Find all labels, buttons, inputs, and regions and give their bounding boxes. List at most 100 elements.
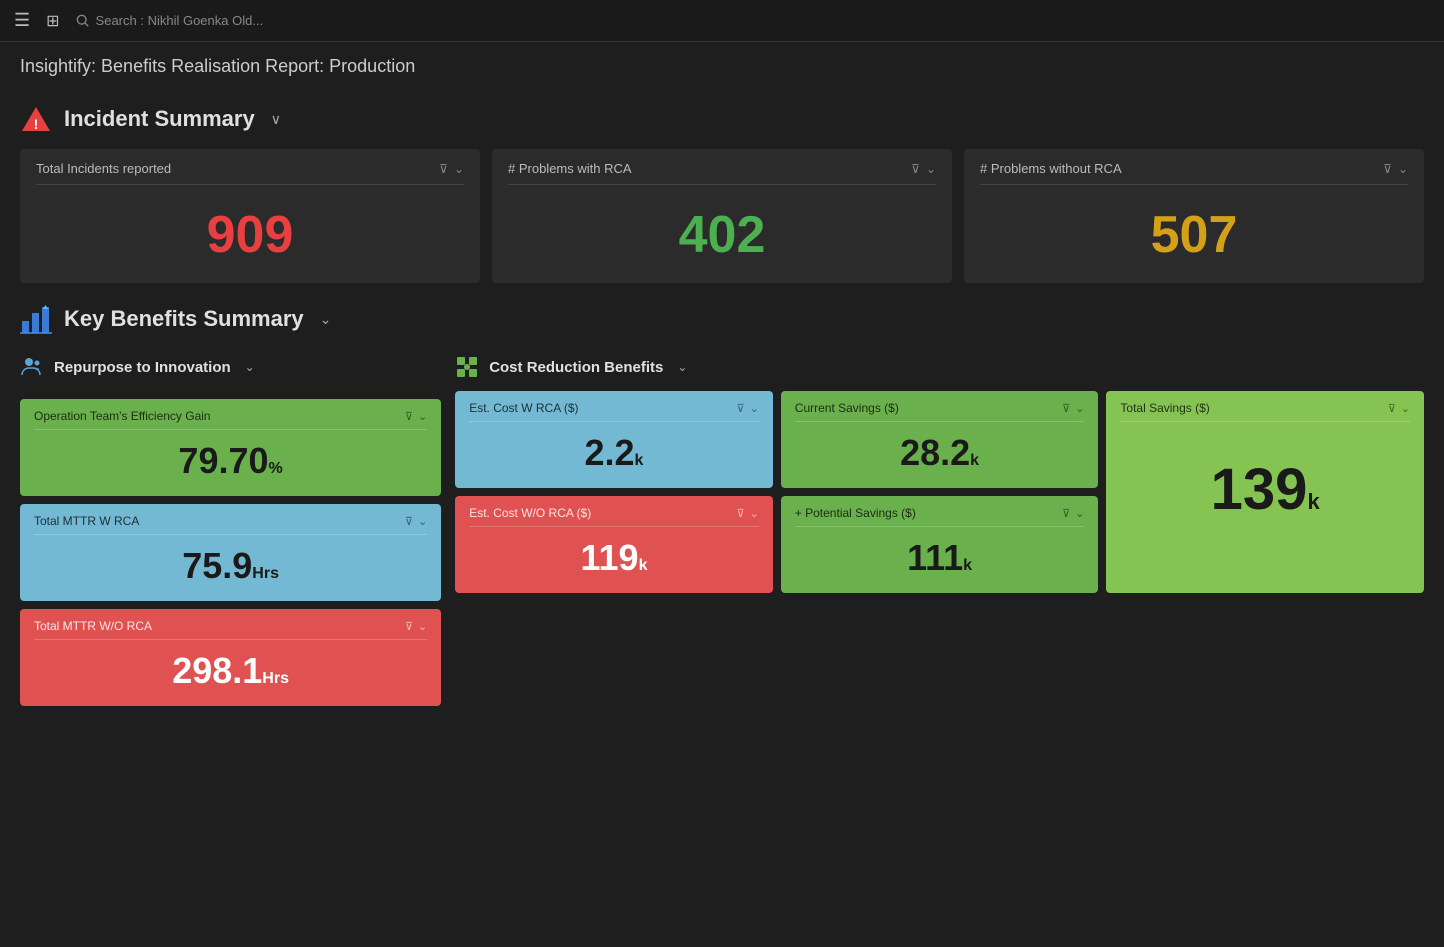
tile-header: + Potential Savings ($) ⊽ ⌄ [795, 506, 1085, 527]
svg-text:!: ! [34, 116, 39, 132]
filter-icon[interactable]: ⊽ [911, 162, 920, 176]
search-icon [76, 14, 90, 28]
tile-controls: ⊽ ⌄ [737, 507, 759, 520]
tile-controls: ⊽ ⌄ [1062, 402, 1084, 415]
potential-savings-tile: + Potential Savings ($) ⊽ ⌄ 111k [781, 496, 1099, 593]
total-savings-tile: Total Savings ($) ⊽ ⌄ 139k [1106, 391, 1424, 593]
filter-icon[interactable]: ⊽ [1062, 507, 1070, 520]
tile-unit: k [1307, 489, 1319, 514]
total-mttr-no-rca-tile: Total MTTR W/O RCA ⊽ ⌄ 298.1Hrs [20, 609, 441, 706]
chevron-icon[interactable]: ⌄ [1398, 162, 1408, 176]
filter-icon[interactable]: ⊽ [405, 515, 413, 528]
grid-icon[interactable]: ⊞ [46, 11, 59, 31]
metric-value: 507 [980, 195, 1408, 265]
puzzle-icon [455, 355, 479, 379]
chevron-icon[interactable]: ⌄ [418, 515, 427, 528]
key-benefits-collapse[interactable]: ⌄ [320, 311, 332, 328]
card-title: Total Incidents reported [36, 161, 171, 176]
filter-icon[interactable]: ⊽ [405, 620, 413, 633]
chevron-icon[interactable]: ⌄ [1075, 507, 1084, 520]
card-controls: ⊽ ⌄ [439, 162, 464, 176]
tile-title: + Potential Savings ($) [795, 506, 916, 520]
tile-header: Total MTTR W/O RCA ⊽ ⌄ [34, 619, 427, 640]
chevron-icon[interactable]: ⌄ [750, 402, 759, 415]
problems-without-rca-card: # Problems without RCA ⊽ ⌄ 507 [964, 149, 1424, 283]
tile-unit: Hrs [252, 565, 279, 582]
tile-value: 119k [469, 531, 759, 579]
card-header: # Problems with RCA ⊽ ⌄ [508, 161, 936, 185]
incident-summary-title: Incident Summary [64, 106, 255, 132]
tile-value: 139k [1120, 426, 1410, 523]
topbar: ☰ ⊞ Search : Nikhil Goenka Old... [0, 0, 1444, 42]
total-mttr-rca-tile: Total MTTR W RCA ⊽ ⌄ 75.9Hrs [20, 504, 441, 601]
tile-header: Total MTTR W RCA ⊽ ⌄ [34, 514, 427, 535]
tile-title: Operation Team's Efficiency Gain [34, 409, 211, 423]
alert-triangle-icon: ! [20, 103, 52, 135]
tile-title: Current Savings ($) [795, 401, 899, 415]
filter-icon[interactable]: ⊽ [1388, 402, 1396, 415]
card-title: # Problems without RCA [980, 161, 1122, 176]
cost-reduction-column: Cost Reduction Benefits ⌄ Est. Cost W RC… [455, 349, 1424, 706]
repurpose-column: Repurpose to Innovation ⌄ Operation Team… [20, 349, 441, 706]
bar-chart-icon [20, 303, 52, 335]
chevron-icon[interactable]: ⌄ [418, 410, 427, 423]
tile-value: 298.1Hrs [34, 644, 427, 692]
tile-header: Est. Cost W/O RCA ($) ⊽ ⌄ [469, 506, 759, 527]
tile-unit: k [963, 557, 972, 574]
tile-unit: Hrs [262, 670, 289, 687]
tile-controls: ⊽ ⌄ [405, 515, 427, 528]
filter-icon[interactable]: ⊽ [737, 402, 745, 415]
chevron-icon[interactable]: ⌄ [418, 620, 427, 633]
tile-unit: % [269, 460, 283, 477]
tile-value: 75.9Hrs [34, 539, 427, 587]
card-title: # Problems with RCA [508, 161, 632, 176]
incident-summary-header: ! Incident Summary ∨ [20, 103, 1424, 135]
card-controls: ⊽ ⌄ [911, 162, 936, 176]
metric-value: 909 [36, 195, 464, 265]
tile-title: Total MTTR W/O RCA [34, 619, 152, 633]
tile-value: 2.2k [469, 426, 759, 474]
repurpose-title: Repurpose to Innovation [54, 359, 231, 376]
chevron-icon[interactable]: ⌄ [454, 162, 464, 176]
filter-icon[interactable]: ⊽ [439, 162, 448, 176]
filter-icon[interactable]: ⊽ [1383, 162, 1392, 176]
est-cost-no-rca-tile: Est. Cost W/O RCA ($) ⊽ ⌄ 119k [455, 496, 773, 593]
tile-unit: k [970, 452, 979, 469]
tile-title: Total MTTR W RCA [34, 514, 139, 528]
tile-controls: ⊽ ⌄ [1062, 507, 1084, 520]
tile-controls: ⊽ ⌄ [737, 402, 759, 415]
search-bar[interactable]: Search : Nikhil Goenka Old... [76, 13, 264, 28]
total-incidents-card: Total Incidents reported ⊽ ⌄ 909 [20, 149, 480, 283]
chevron-icon[interactable]: ⌄ [750, 507, 759, 520]
repurpose-collapse[interactable]: ⌄ [245, 360, 255, 374]
tile-value: 79.70% [34, 434, 427, 482]
cost-reduction-title: Cost Reduction Benefits [489, 359, 663, 376]
tile-controls: ⊽ ⌄ [1388, 402, 1410, 415]
card-controls: ⊽ ⌄ [1383, 162, 1408, 176]
chevron-icon[interactable]: ⌄ [926, 162, 936, 176]
tile-controls: ⊽ ⌄ [405, 620, 427, 633]
cost-reduction-header: Cost Reduction Benefits ⌄ [455, 355, 1424, 379]
key-benefits-header: Key Benefits Summary ⌄ [20, 303, 1424, 335]
tile-header: Total Savings ($) ⊽ ⌄ [1120, 401, 1410, 422]
page-title: Insightify: Benefits Realisation Report:… [0, 42, 1444, 83]
search-text: Search : Nikhil Goenka Old... [96, 13, 264, 28]
op-efficiency-tile: Operation Team's Efficiency Gain ⊽ ⌄ 79.… [20, 399, 441, 496]
filter-icon[interactable]: ⊽ [737, 507, 745, 520]
tile-title: Est. Cost W RCA ($) [469, 401, 578, 415]
card-header: # Problems without RCA ⊽ ⌄ [980, 161, 1408, 185]
incident-summary-collapse[interactable]: ∨ [271, 111, 281, 128]
repurpose-header: Repurpose to Innovation ⌄ [20, 355, 441, 379]
menu-icon[interactable]: ☰ [14, 10, 30, 31]
filter-icon[interactable]: ⊽ [405, 410, 413, 423]
tile-controls: ⊽ ⌄ [405, 410, 427, 423]
incident-cards-row: Total Incidents reported ⊽ ⌄ 909 # Probl… [20, 149, 1424, 283]
tile-value: 28.2k [795, 426, 1085, 474]
tile-header: Operation Team's Efficiency Gain ⊽ ⌄ [34, 409, 427, 430]
filter-icon[interactable]: ⊽ [1062, 402, 1070, 415]
metric-value: 402 [508, 195, 936, 265]
cost-grid: Est. Cost W RCA ($) ⊽ ⌄ 2.2k [455, 391, 1424, 593]
cost-reduction-collapse[interactable]: ⌄ [677, 360, 687, 374]
chevron-icon[interactable]: ⌄ [1401, 402, 1410, 415]
chevron-icon[interactable]: ⌄ [1075, 402, 1084, 415]
